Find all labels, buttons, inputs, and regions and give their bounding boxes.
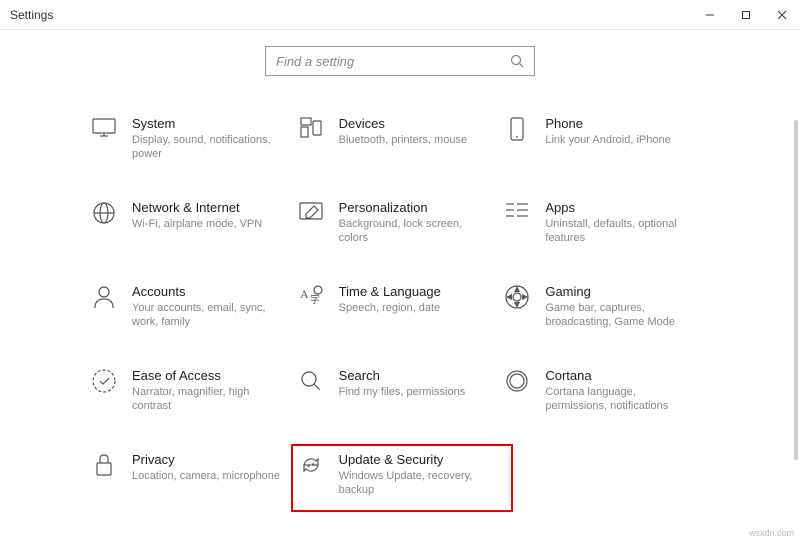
gaming-icon <box>503 284 531 312</box>
tile-title: Cortana <box>545 368 695 383</box>
tile-update-security[interactable]: Update & Security Windows Update, recove… <box>291 444 514 512</box>
tile-desc: Uninstall, defaults, optional features <box>545 217 695 246</box>
update-security-icon <box>297 452 325 480</box>
minimize-button[interactable] <box>692 0 728 30</box>
tile-gaming[interactable]: Gaming Game bar, captures, broadcasting,… <box>503 284 710 332</box>
search-container <box>0 46 800 76</box>
watermark: wsxdn.com <box>749 528 794 538</box>
minimize-icon <box>705 10 715 20</box>
tile-title: Time & Language <box>339 284 441 299</box>
tile-desc: Game bar, captures, broadcasting, Game M… <box>545 301 695 330</box>
ease-of-access-icon <box>90 368 118 396</box>
tile-desc: Wi-Fi, airplane mode, VPN <box>132 217 262 231</box>
tile-desc: Speech, region, date <box>339 301 441 315</box>
tile-desc: Narrator, magnifier, high contrast <box>132 385 282 414</box>
tile-title: Apps <box>545 200 695 215</box>
tile-accounts[interactable]: Accounts Your accounts, email, sync, wor… <box>90 284 297 332</box>
svg-text:字: 字 <box>310 293 320 306</box>
tile-desc: Bluetooth, printers, mouse <box>339 133 467 147</box>
search-tile-icon <box>297 368 325 396</box>
time-language-icon: A字 <box>297 284 325 312</box>
tile-search[interactable]: Search Find my files, permissions <box>297 368 504 416</box>
tile-desc: Location, camera, microphone <box>132 469 280 483</box>
tile-desc: Cortana language, permissions, notificat… <box>545 385 695 414</box>
apps-icon <box>503 200 531 228</box>
tile-title: Ease of Access <box>132 368 282 383</box>
tile-title: Devices <box>339 116 467 131</box>
tile-ease-of-access[interactable]: Ease of Access Narrator, magnifier, high… <box>90 368 297 416</box>
tile-desc: Link your Android, iPhone <box>545 133 670 147</box>
close-button[interactable] <box>764 0 800 30</box>
tile-title: Update & Security <box>339 452 489 467</box>
close-icon <box>777 10 787 20</box>
tile-network[interactable]: Network & Internet Wi-Fi, airplane mode,… <box>90 200 297 248</box>
tile-title: Gaming <box>545 284 695 299</box>
tile-desc: Display, sound, notifications, power <box>132 133 282 162</box>
tile-cortana[interactable]: Cortana Cortana language, permissions, n… <box>503 368 710 416</box>
accounts-icon <box>90 284 118 312</box>
window-title: Settings <box>10 8 53 22</box>
titlebar: Settings <box>0 0 800 30</box>
tile-devices[interactable]: Devices Bluetooth, printers, mouse <box>297 116 504 164</box>
tile-title: Accounts <box>132 284 282 299</box>
tile-desc: Your accounts, email, sync, work, family <box>132 301 282 330</box>
search-input[interactable] <box>276 54 510 69</box>
tile-title: Personalization <box>339 200 489 215</box>
tile-title: Network & Internet <box>132 200 262 215</box>
tile-desc: Windows Update, recovery, backup <box>339 469 489 498</box>
tile-system[interactable]: System Display, sound, notifications, po… <box>90 116 297 164</box>
tile-title: Search <box>339 368 466 383</box>
tile-apps[interactable]: Apps Uninstall, defaults, optional featu… <box>503 200 710 248</box>
search-box[interactable] <box>265 46 535 76</box>
tile-time-language[interactable]: A字 Time & Language Speech, region, date <box>297 284 504 332</box>
settings-grid: System Display, sound, notifications, po… <box>0 116 800 500</box>
maximize-icon <box>741 10 751 20</box>
tile-title: Phone <box>545 116 670 131</box>
tile-desc: Background, lock screen, colors <box>339 217 489 246</box>
tile-desc: Find my files, permissions <box>339 385 466 399</box>
search-icon <box>510 54 524 68</box>
phone-icon <box>503 116 531 144</box>
content-area: System Display, sound, notifications, po… <box>0 30 800 500</box>
privacy-icon <box>90 452 118 480</box>
system-icon <box>90 116 118 144</box>
tile-phone[interactable]: Phone Link your Android, iPhone <box>503 116 710 164</box>
cortana-icon <box>503 368 531 396</box>
tile-title: Privacy <box>132 452 280 467</box>
window-controls <box>692 0 800 30</box>
devices-icon <box>297 116 325 144</box>
scrollbar[interactable] <box>794 120 798 460</box>
tile-title: System <box>132 116 282 131</box>
network-icon <box>90 200 118 228</box>
svg-text:A: A <box>300 287 309 301</box>
personalization-icon <box>297 200 325 228</box>
maximize-button[interactable] <box>728 0 764 30</box>
tile-privacy[interactable]: Privacy Location, camera, microphone <box>90 452 297 500</box>
tile-personalization[interactable]: Personalization Background, lock screen,… <box>297 200 504 248</box>
